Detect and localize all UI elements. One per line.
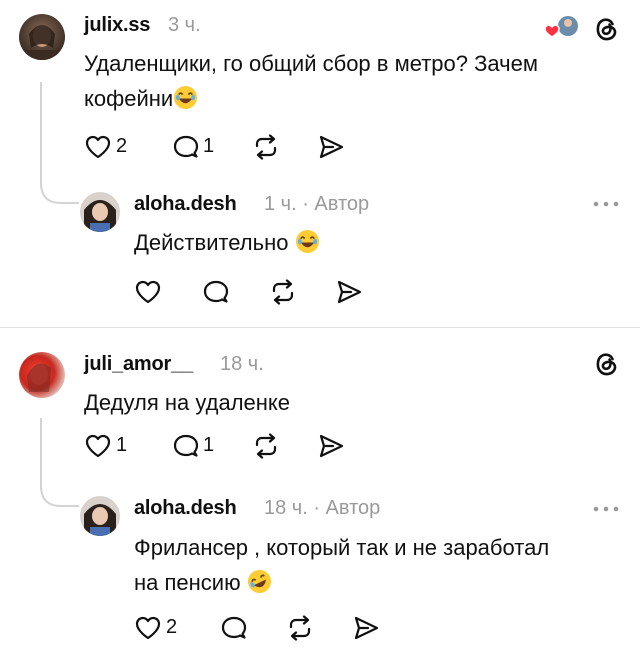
heart-icon[interactable] <box>134 615 162 641</box>
avatar[interactable] <box>80 192 120 232</box>
heart-icon[interactable] <box>84 134 112 160</box>
post-text: Дедуля на удаленке <box>84 390 291 415</box>
avatar-photo <box>84 504 116 536</box>
avatar[interactable] <box>19 14 65 60</box>
repost-icon[interactable] <box>252 134 280 160</box>
share-icon[interactable] <box>352 615 380 641</box>
share-icon[interactable] <box>317 134 345 160</box>
username[interactable]: aloha.desh <box>134 193 237 216</box>
share-icon[interactable] <box>317 433 345 459</box>
reply-count[interactable]: 1 <box>203 135 214 158</box>
like-count[interactable]: 1 <box>116 434 127 457</box>
avatar-photo <box>27 363 51 392</box>
thread-line <box>40 82 42 187</box>
post-text-line: Удаленщики, го общий сбор в метро? Зачем <box>84 51 538 76</box>
avatar-photo <box>19 25 65 60</box>
threads-logo-icon[interactable] <box>593 351 619 377</box>
share-icon[interactable] <box>335 279 363 305</box>
reply-text-line: Фрилансер , который так и не заработал <box>134 535 550 560</box>
post-text: Удаленщики, го общий сбор в метро? Зачем… <box>84 46 624 116</box>
repost-icon[interactable] <box>252 433 280 459</box>
username[interactable]: julix.ss <box>84 14 150 37</box>
heart-badge-icon <box>544 16 578 38</box>
reply-text-line-2: на пенсию <box>134 570 241 595</box>
post-time: 3 ч. <box>168 14 201 36</box>
liked-by-badge[interactable] <box>543 14 579 44</box>
avatar-photo <box>84 200 116 232</box>
thread-curve <box>40 183 79 204</box>
post-text-line: кофейни <box>84 81 624 116</box>
emoji-laughing-icon <box>295 229 319 254</box>
post-divider <box>0 327 640 328</box>
username[interactable]: juli_amor__ <box>84 353 193 376</box>
like-count[interactable]: 2 <box>116 135 127 158</box>
comment-icon[interactable] <box>202 279 230 305</box>
repost-icon[interactable] <box>286 615 314 641</box>
avatar[interactable] <box>19 352 65 398</box>
repost-icon[interactable] <box>269 279 297 305</box>
more-icon[interactable] <box>592 200 620 208</box>
reply-text: Действительно <box>134 225 320 260</box>
thread-line <box>40 418 42 490</box>
post-time: 18 ч. <box>220 353 264 375</box>
reply-meta: 18 ч. · Автор <box>264 497 381 519</box>
reply-meta: 1 ч. · Автор <box>264 193 370 215</box>
like-count[interactable]: 2 <box>166 616 177 639</box>
heart-icon[interactable] <box>134 279 162 305</box>
comment-icon[interactable] <box>172 134 200 160</box>
thread-curve <box>40 486 79 507</box>
heart-icon[interactable] <box>84 433 112 459</box>
post-text-line-2: кофейни <box>84 86 174 111</box>
comment-icon[interactable] <box>220 615 248 641</box>
reply-count[interactable]: 1 <box>203 434 214 457</box>
more-icon[interactable] <box>592 505 620 513</box>
reply-text-content: Действительно <box>134 230 289 255</box>
emoji-laughing-icon <box>174 85 198 110</box>
threads-logo-icon[interactable] <box>593 16 619 42</box>
comment-icon[interactable] <box>172 433 200 459</box>
reply-text-line: на пенсию <box>134 565 624 600</box>
avatar[interactable] <box>80 496 120 536</box>
username[interactable]: aloha.desh <box>134 497 237 520</box>
emoji-rofl-icon <box>247 569 271 594</box>
reply-text: Фрилансер , который так и не заработал н… <box>134 530 624 600</box>
